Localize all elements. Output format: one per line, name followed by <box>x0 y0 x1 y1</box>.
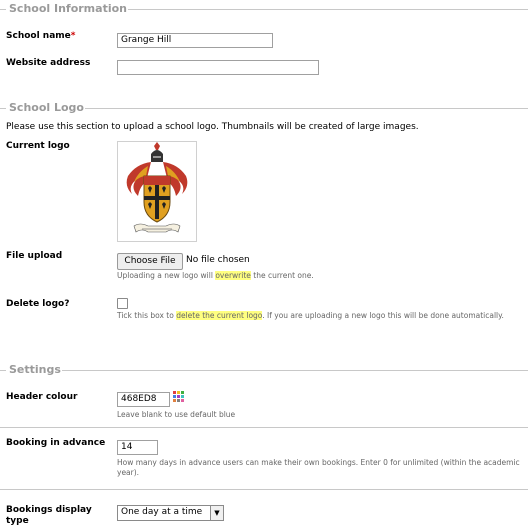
delete-help-text: Tick this box to delete the current logo… <box>117 311 504 320</box>
file-upload-label: File upload <box>6 251 63 261</box>
header-colour-label: Header colour <box>6 392 78 402</box>
school-logo-title: School Logo <box>9 101 84 114</box>
current-logo-image <box>117 141 197 242</box>
no-file-chosen-text: No file chosen <box>186 255 250 265</box>
chevron-down-icon: ▼ <box>210 506 223 520</box>
bookings-display-type-label: Bookings display type <box>6 505 92 526</box>
settings-title: Settings <box>9 363 61 376</box>
bookings-display-type-select[interactable]: One day at a time ▼ <box>117 505 224 521</box>
school-information-title: School Information <box>9 2 127 15</box>
upload-help-text: Uploading a new logo will overwrite the … <box>117 271 314 280</box>
required-asterisk: * <box>70 31 76 41</box>
school-logo-legend: School Logo <box>0 100 528 116</box>
booking-in-advance-label: Booking in advance <box>6 438 106 448</box>
color-picker-icon[interactable] <box>173 391 184 402</box>
delete-logo-checkbox[interactable] <box>117 298 128 309</box>
website-address-input[interactable] <box>117 60 319 75</box>
section-divider <box>0 427 528 428</box>
website-address-label: Website address <box>6 58 91 68</box>
booking-in-advance-input[interactable]: 14 <box>117 440 158 455</box>
school-name-input[interactable]: Grange Hill <box>117 33 273 48</box>
school-crest-icon <box>126 142 188 233</box>
choose-file-button[interactable]: Choose File <box>117 253 183 270</box>
current-logo-label: Current logo <box>6 141 70 151</box>
section-divider <box>0 489 528 490</box>
school-logo-intro: Please use this section to upload a scho… <box>6 122 419 132</box>
school-name-label: School name* <box>6 31 76 41</box>
delete-logo-label: Delete logo? <box>6 299 70 309</box>
bookings-display-type-value: One day at a time <box>121 507 203 517</box>
school-information-legend: School Information <box>0 1 528 17</box>
booking-in-advance-help: How many days in advance users can make … <box>117 458 520 477</box>
header-colour-input[interactable]: 468ED8 <box>117 392 170 407</box>
header-colour-help: Leave blank to use default blue <box>117 410 236 419</box>
settings-legend: Settings <box>0 362 528 378</box>
